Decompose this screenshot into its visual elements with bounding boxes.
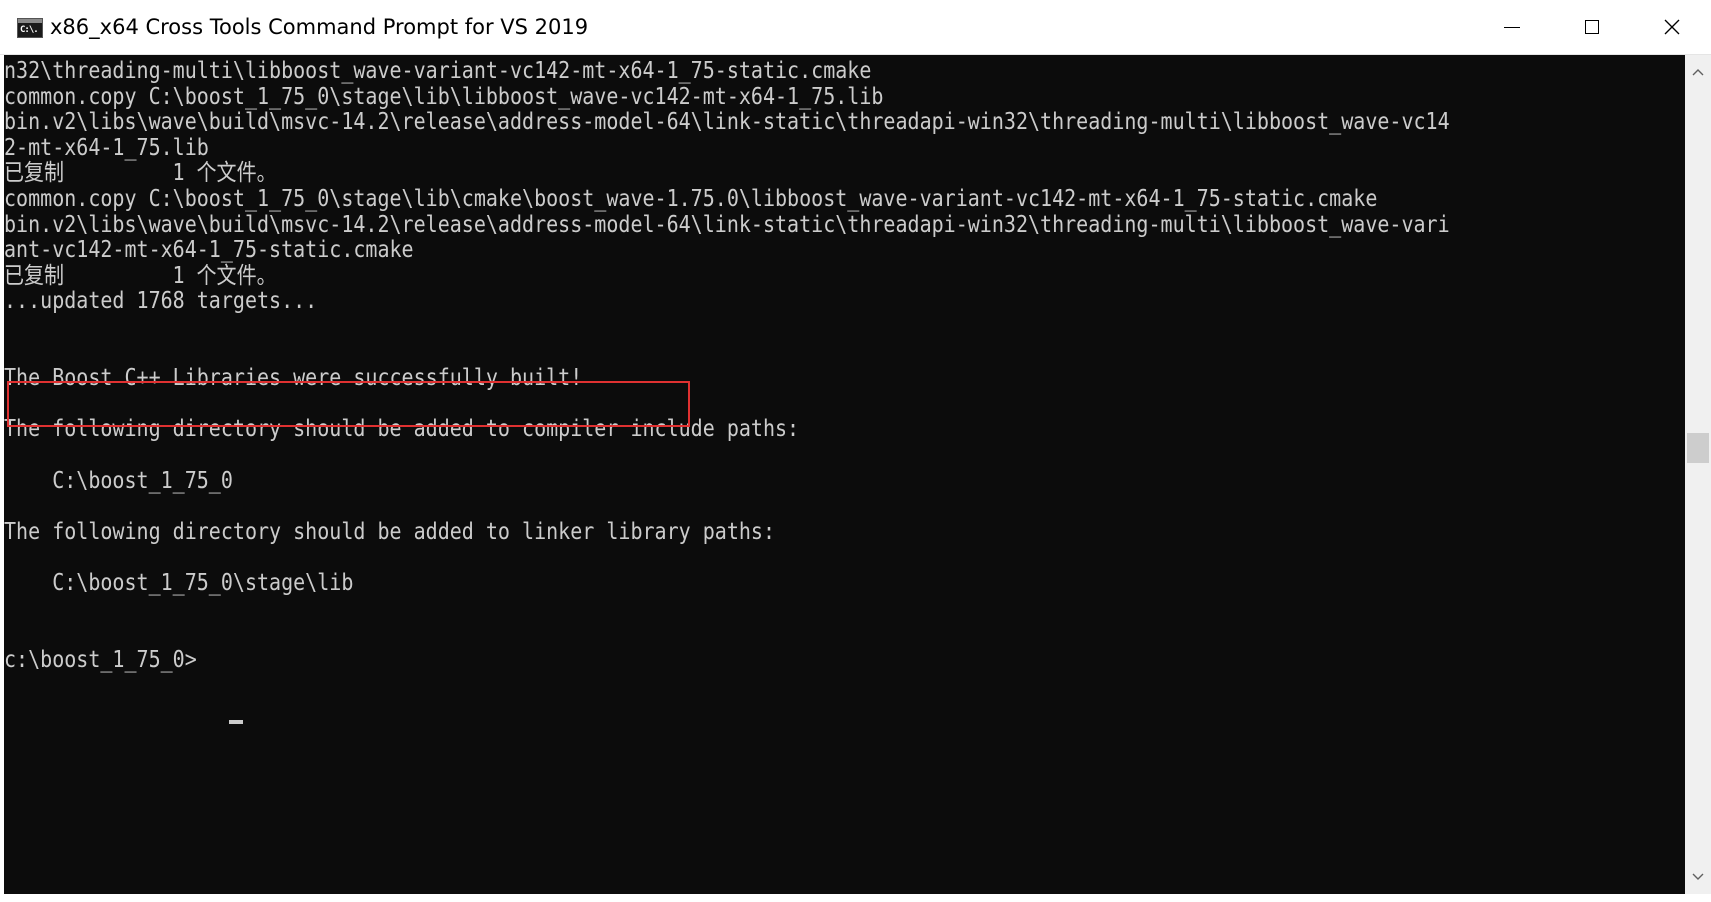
console-line: bin.v2\libs\wave\build\msvc-14.2\release… [4, 211, 1450, 238]
window-title: x86_x64 Cross Tools Command Prompt for V… [50, 15, 589, 39]
scroll-thumb[interactable] [1687, 433, 1709, 463]
console-line: common.copy C:\boost_1_75_0\stage\lib\li… [4, 83, 884, 110]
minimize-button[interactable] [1472, 0, 1552, 54]
command-prompt: c:\boost_1_75_0> [4, 646, 197, 673]
console-icon-bar [18, 19, 42, 23]
console-line: common.copy C:\boost_1_75_0\stage\lib\cm… [4, 186, 1378, 212]
highlight-box [7, 381, 690, 427]
console-icon[interactable]: C:\. [17, 18, 43, 38]
console-line: 已复制 1 个文件。 [4, 262, 277, 289]
maximize-button[interactable] [1552, 0, 1632, 54]
console-line: The following directory should be added … [4, 518, 776, 545]
maximize-icon [1585, 20, 1599, 34]
console-line: 已复制 1 个文件。 [4, 160, 277, 187]
console-line: 2-mt-x64-1_75.lib [4, 134, 209, 161]
console-icon-text: C:\. [20, 25, 39, 35]
chevron-down-icon [1692, 873, 1704, 880]
console-window: C:\. x86_x64 Cross Tools Command Prompt … [0, 0, 1711, 902]
scroll-down-button[interactable] [1685, 864, 1711, 890]
title-bar[interactable]: C:\. x86_x64 Cross Tools Command Prompt … [0, 0, 1711, 55]
console-line: ant-vc142-mt-x64-1_75-static.cmake [4, 237, 414, 264]
library-path: C:\boost_1_75_0\stage\lib [4, 570, 354, 596]
close-button[interactable] [1632, 0, 1711, 54]
text-cursor [229, 720, 243, 724]
console-line: n32\threading-multi\libboost_wave-varian… [4, 58, 872, 84]
console-line: bin.v2\libs\wave\build\msvc-14.2\release… [4, 109, 1450, 136]
window-bottom-edge [0, 894, 1711, 902]
close-icon [1664, 19, 1680, 35]
vertical-scrollbar[interactable] [1685, 55, 1711, 894]
chevron-up-icon [1692, 69, 1704, 76]
console-output[interactable]: n32\threading-multi\libboost_wave-varian… [4, 55, 1685, 894]
minimize-icon [1504, 26, 1520, 28]
scroll-up-button[interactable] [1685, 59, 1711, 85]
console-line: ...updated 1768 targets... [4, 288, 318, 315]
include-path: C:\boost_1_75_0 [4, 467, 233, 494]
